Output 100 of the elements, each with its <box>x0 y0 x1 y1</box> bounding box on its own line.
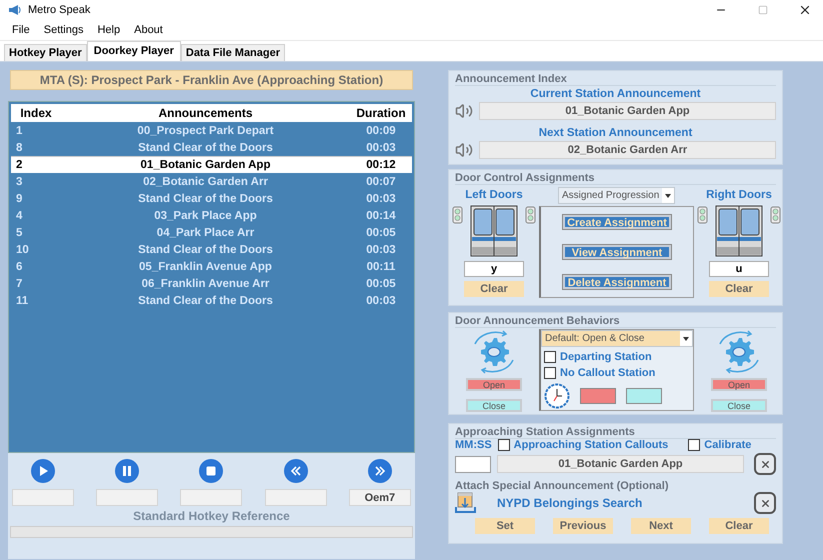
left-door-key-field[interactable]: y <box>464 261 524 277</box>
list-row[interactable]: 1 00_Prospect Park Depart 00:09 <box>11 122 412 139</box>
tab[interactable]: Doorkey Player <box>86 41 181 61</box>
time-field[interactable] <box>455 456 491 472</box>
section-title: Announcement Index <box>455 73 776 86</box>
open-color-swatch[interactable] <box>580 388 616 404</box>
list-row[interactable]: 9 Stand Clear of the Doors 00:03 <box>11 190 412 207</box>
menu-item[interactable]: About <box>128 22 169 38</box>
index-cell-text: 5 <box>15 227 24 239</box>
checkbox[interactable] <box>688 439 700 451</box>
duration-cell-text: 00:05 <box>365 227 397 239</box>
announcement-cell-text: 05_Franklin Avenue App <box>138 261 273 273</box>
column-header: Duration <box>355 106 407 120</box>
fast-forward-button[interactable] <box>368 459 392 483</box>
announcement-cell-text: Stand Clear of the Doors <box>137 142 274 154</box>
speaker-icon[interactable] <box>455 102 473 120</box>
duration-cell-text: 00:05 <box>365 278 397 290</box>
next-station-label: Next Station Announcement <box>538 127 692 139</box>
index-cell-text: 8 <box>15 142 24 154</box>
section-title: Approaching Station Assignments <box>455 426 776 439</box>
next-announcement-field: 02_Botanic Garden Arr <box>479 141 776 159</box>
right-doors-label: Right Doors <box>706 189 772 201</box>
special-nav-button[interactable]: Set <box>475 518 535 534</box>
rewind-button[interactable] <box>284 459 308 483</box>
attach-icon <box>455 492 477 514</box>
menu-item[interactable]: File <box>6 22 36 38</box>
duration-cell-text: 00:12 <box>365 159 397 171</box>
checkbox[interactable] <box>498 439 510 451</box>
list-row[interactable]: 4 03_Park Place App 00:14 <box>11 207 412 224</box>
megaphone-icon <box>8 4 22 16</box>
speaker-icon[interactable] <box>455 141 473 159</box>
hotkey-field[interactable] <box>180 489 242 506</box>
clock-icon <box>544 383 570 409</box>
behavior-dropdown[interactable]: Default: Open & Close <box>541 330 693 347</box>
remove-button[interactable] <box>754 453 776 475</box>
left-doors-label: Left Doors <box>465 189 523 201</box>
clear-button[interactable]: Clear <box>709 281 769 297</box>
checkbox[interactable] <box>544 351 556 363</box>
special-nav-button[interactable]: Clear <box>709 518 769 534</box>
approaching-announcement-field: 01_Botanic Garden App <box>497 455 744 473</box>
clear-button[interactable]: Clear <box>464 281 524 297</box>
announcement-cell-text: 06_Franklin Avenue Arr <box>140 278 270 290</box>
menu-item[interactable]: Help <box>91 22 126 38</box>
list-row[interactable]: 11 Stand Clear of the Doors 00:03 <box>11 292 412 309</box>
fast-forward-icon <box>374 465 386 477</box>
route-banner: MTA (S): Prospect Park - Franklin Ave (Approaching Station) <box>10 70 413 90</box>
index-cell-text: 9 <box>15 193 24 205</box>
duration-cell-text: 00:03 <box>365 244 397 256</box>
stop-button[interactable] <box>199 459 224 483</box>
index-cell-text: 4 <box>15 210 24 222</box>
tab[interactable]: Hotkey Player <box>4 44 87 61</box>
checkbox-label: No Callout Station <box>560 367 656 379</box>
column-header: Announcements <box>157 106 254 120</box>
play-button[interactable] <box>31 459 56 483</box>
hotkey-reference-label: Standard Hotkey Reference <box>133 509 290 523</box>
list-row[interactable]: 10 Stand Clear of the Doors 00:03 <box>11 241 412 258</box>
section-title: Attach Special Announcement (Optional) <box>455 480 670 492</box>
pause-button[interactable] <box>115 459 140 483</box>
maximize-icon <box>758 5 768 15</box>
hotkey-field[interactable]: Oem7 <box>348 489 411 506</box>
hotkey-field[interactable] <box>12 489 74 506</box>
announcement-cell-text: Stand Clear of the Doors <box>137 244 274 256</box>
checkbox[interactable] <box>544 367 556 379</box>
close-button[interactable]: Close <box>466 399 522 412</box>
special-nav-button[interactable]: Next <box>631 518 691 534</box>
list-row[interactable]: 7 06_Franklin Avenue Arr 00:05 <box>11 275 412 292</box>
list-row[interactable]: 6 05_Franklin Avenue App 00:11 <box>11 258 412 275</box>
index-cell-text: 3 <box>15 176 24 188</box>
checkbox-label: Departing Station <box>560 351 652 363</box>
hotkey-field[interactable] <box>96 489 158 506</box>
close-button[interactable]: Close <box>711 399 767 412</box>
close-color-swatch[interactable] <box>626 388 662 404</box>
close-icon <box>760 458 770 470</box>
assignment-button[interactable]: Create Assignment <box>563 215 671 229</box>
column-header: Index <box>19 106 53 120</box>
caret-icon <box>665 194 671 198</box>
open-button[interactable]: Open <box>466 378 522 391</box>
window-title: Metro Speak <box>28 4 92 16</box>
list-row[interactable]: 5 04_Park Place Arr 00:05 <box>11 224 412 241</box>
special-nav-button[interactable]: Previous <box>553 518 613 534</box>
right-door-key-field[interactable]: u <box>709 261 769 277</box>
remove-button[interactable] <box>754 492 776 514</box>
list-row[interactable]: 3 02_Botanic Garden Arr 00:07 <box>11 173 412 190</box>
announcement-cell-text: Stand Clear of the Doors <box>137 193 274 205</box>
assignment-button[interactable]: Delete Assignment <box>563 275 671 289</box>
list-row[interactable]: 2 01_Botanic Garden App 00:12 <box>11 156 412 173</box>
time-format-label: MM:SS <box>455 439 492 451</box>
list-row[interactable]: 8 Stand Clear of the Doors 00:03 <box>11 139 412 156</box>
progression-dropdown[interactable]: Assigned Progression <box>558 187 675 204</box>
menu-item[interactable]: Settings <box>38 22 90 38</box>
duration-cell-text: 00:03 <box>365 193 397 205</box>
tab[interactable]: Data File Manager <box>180 44 286 61</box>
assignment-button[interactable]: View Assignment <box>563 245 671 259</box>
index-cell-text: 6 <box>15 261 24 273</box>
pause-icon <box>121 465 134 477</box>
section-title: Door Announcement Behaviors <box>455 315 776 328</box>
open-button[interactable]: Open <box>711 378 767 391</box>
close-icon <box>760 498 770 508</box>
index-cell-text: 2 <box>15 159 24 171</box>
hotkey-field[interactable] <box>264 489 327 506</box>
